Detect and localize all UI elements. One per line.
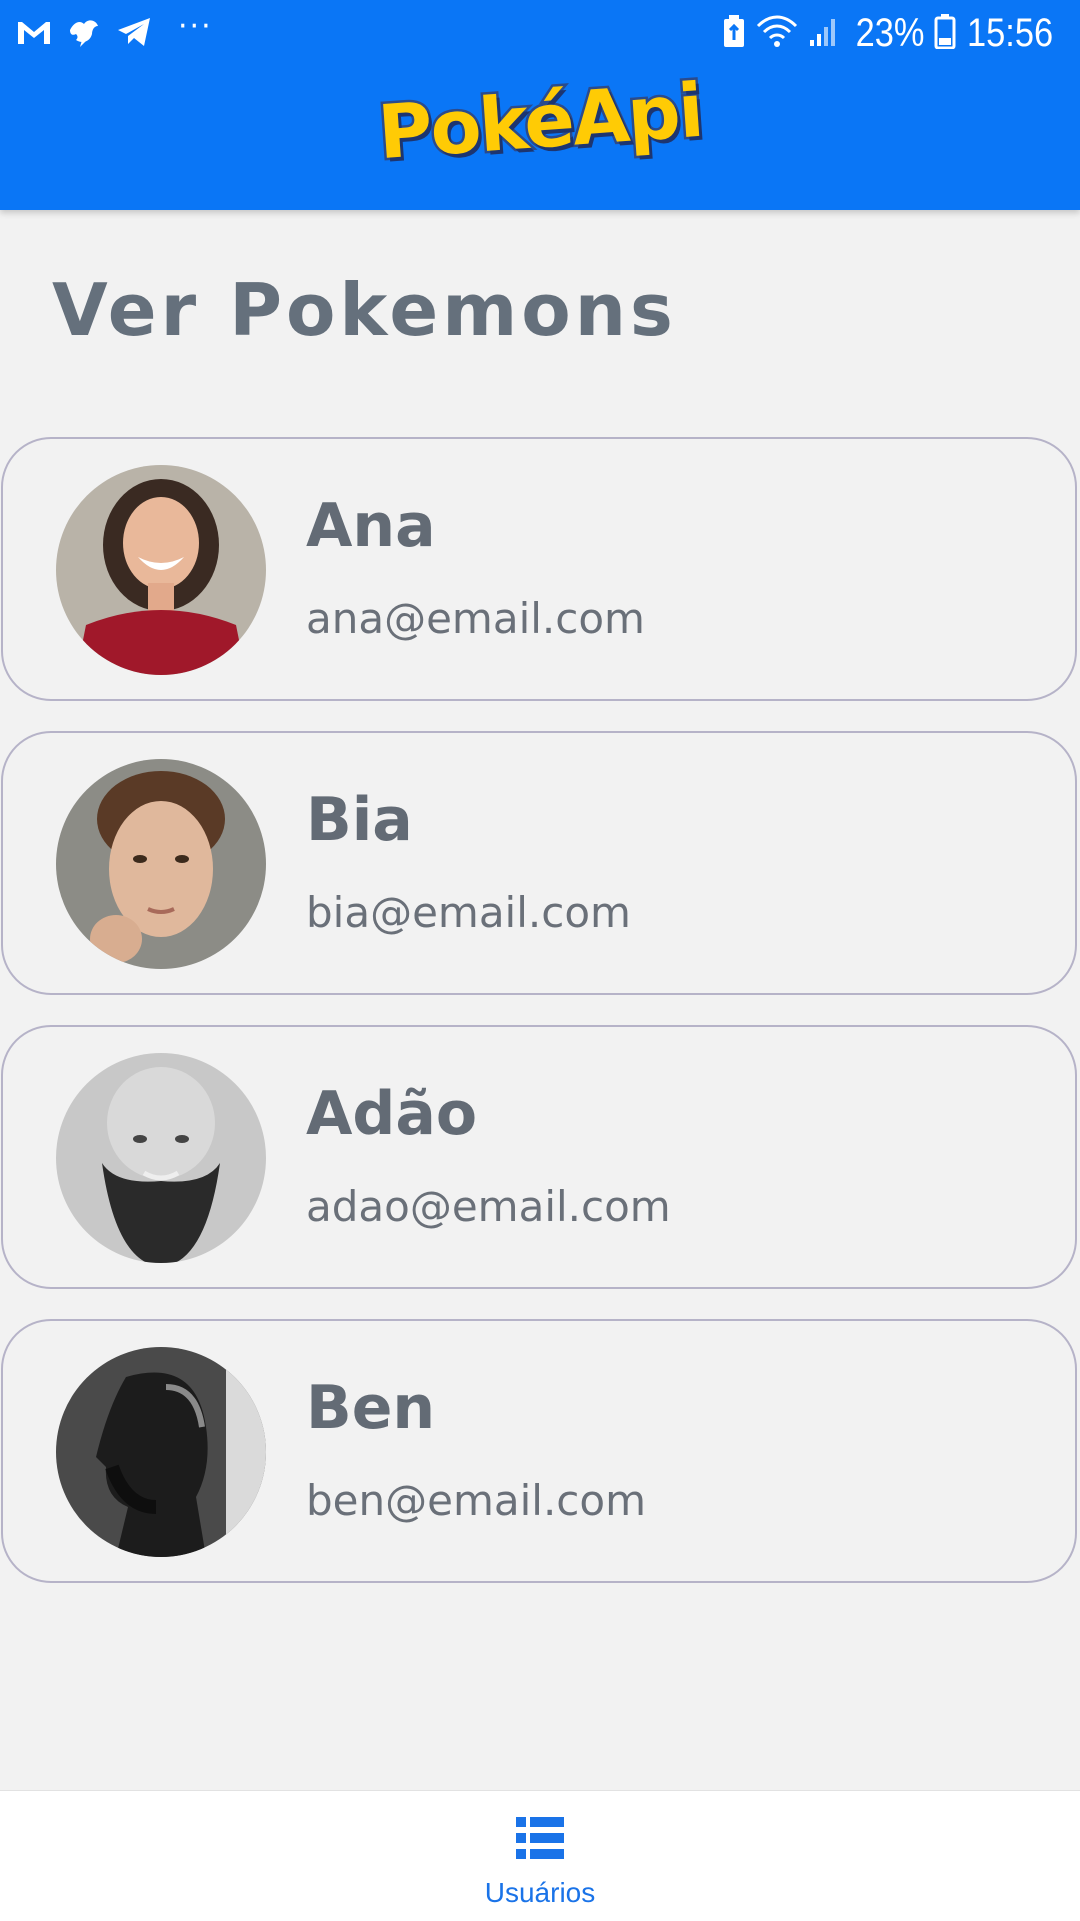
battery-saver-icon xyxy=(722,14,746,52)
more-notifications-indicator: ··· xyxy=(178,9,213,44)
telegram-icon xyxy=(116,16,152,48)
avatar xyxy=(56,465,266,675)
status-bar-notifications: ··· xyxy=(16,12,213,52)
pokeapi-logo: PokéApi xyxy=(373,62,707,182)
gmail-icon xyxy=(16,18,52,46)
app-bar: ··· 23% 15:56 PokéApi xyxy=(0,0,1080,210)
avatar xyxy=(56,1347,266,1557)
user-name: Bia xyxy=(306,785,413,855)
avatar xyxy=(56,759,266,969)
user-name: Adão xyxy=(306,1079,478,1149)
battery-icon xyxy=(934,13,956,53)
cellular-signal-icon xyxy=(808,14,840,52)
avatar xyxy=(56,1053,266,1263)
user-card-adao[interactable]: Adão adao@email.com xyxy=(1,1025,1077,1289)
clock: 15:56 xyxy=(966,11,1053,55)
user-card-bia[interactable]: Bia bia@email.com xyxy=(1,731,1077,995)
list-icon xyxy=(516,1817,564,1859)
notification-bird-icon xyxy=(66,16,102,48)
user-email: bia@email.com xyxy=(306,888,631,937)
user-card-ben[interactable]: Ben ben@email.com xyxy=(1,1319,1077,1583)
wifi-icon xyxy=(756,14,798,52)
status-bar: ··· 23% 15:56 xyxy=(0,0,1080,68)
page-title: Ver Pokemons xyxy=(52,268,677,352)
bottom-navigation: Usuários xyxy=(0,1790,1080,1921)
battery-percent: 23% xyxy=(855,11,925,55)
user-email: adao@email.com xyxy=(306,1182,671,1231)
user-email: ben@email.com xyxy=(306,1476,646,1525)
tab-label: Usuários xyxy=(484,1877,596,1908)
logo-text: PokéApi xyxy=(373,65,707,178)
user-name: Ana xyxy=(306,491,436,561)
tab-usuarios[interactable]: Usuários xyxy=(440,1791,640,1921)
status-bar-system: 23% 15:56 xyxy=(722,10,1060,56)
user-name: Ben xyxy=(306,1373,436,1443)
user-email: ana@email.com xyxy=(306,594,645,643)
user-card-ana[interactable]: Ana ana@email.com xyxy=(1,437,1077,701)
